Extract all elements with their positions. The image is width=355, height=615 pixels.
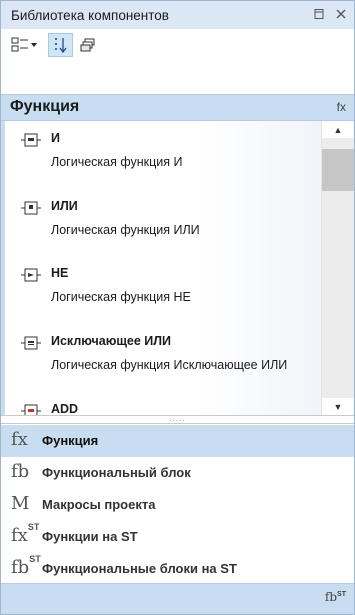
list-view-icon <box>11 37 37 52</box>
component-items: И Логическая функция И ИЛИ Логическая фу… <box>1 121 321 415</box>
fb-icon: fb <box>11 461 30 482</box>
macro-icon: M <box>11 493 30 514</box>
category-label: Функциональный блок <box>42 465 191 480</box>
category-label: Функциональные блоки на ST <box>42 561 237 576</box>
category-item-function-block[interactable]: fb Функциональный блок <box>1 457 354 489</box>
panel-title: Библиотека компонентов <box>11 7 169 23</box>
sort-icon <box>54 38 67 54</box>
list-item[interactable]: И Логическая функция И <box>5 129 321 189</box>
toolbar <box>1 29 354 61</box>
collapse-button[interactable] <box>77 33 99 57</box>
category-item-st-functions[interactable]: fxST Функции на ST <box>1 521 354 553</box>
function-block-icon <box>21 404 41 415</box>
view-mode-dropdown[interactable] <box>9 33 41 57</box>
item-name: НЕ <box>51 266 69 280</box>
fx-icon: fx <box>11 429 28 450</box>
category-header: Функция fx <box>1 94 354 121</box>
function-block-icon <box>21 133 41 147</box>
category-label: Функция <box>42 433 99 448</box>
stack-icon <box>80 38 95 52</box>
category-list: fx Функция fb Функциональный блок M Макр… <box>1 423 354 583</box>
category-item-project-macros[interactable]: M Макросы проекта <box>1 489 354 521</box>
title-bar: Библиотека компонентов <box>1 1 354 29</box>
item-description: Логическая функция Исключающее ИЛИ <box>51 358 288 372</box>
category-label: Функции на ST <box>42 529 138 544</box>
component-library-panel: Библиотека компонентов Функция fx И Логи… <box>0 0 355 615</box>
list-item[interactable]: НЕ Логическая функция НЕ <box>5 264 321 324</box>
splitter-grip: ..... <box>169 414 186 423</box>
list-item[interactable]: ИЛИ Логическая функция ИЛИ <box>5 197 321 257</box>
function-block-icon <box>21 268 41 282</box>
item-name: Исключающее ИЛИ <box>51 334 172 348</box>
category-label: Макросы проекта <box>42 497 156 512</box>
function-block-icon <box>21 201 41 215</box>
panel-splitter[interactable]: ..... <box>1 415 354 423</box>
function-block-icon <box>21 336 41 350</box>
scroll-up-icon[interactable]: ▲ <box>322 121 354 138</box>
scroll-thumb[interactable] <box>322 149 354 191</box>
fb-st-icon[interactable]: fbST <box>325 590 346 604</box>
sort-button[interactable] <box>48 33 73 57</box>
item-description: Логическая функция ИЛИ <box>51 223 200 237</box>
item-name: ИЛИ <box>51 199 78 213</box>
fx-st-icon: fxST <box>11 522 40 546</box>
fx-icon: fx <box>336 100 346 114</box>
list-scrollbar[interactable]: ▲ ▼ <box>321 121 354 415</box>
category-title: Функция <box>10 98 80 115</box>
scroll-track[interactable] <box>322 138 354 398</box>
item-name: И <box>51 131 60 145</box>
fb-st-icon: fbST <box>11 554 41 578</box>
list-item[interactable]: ADD <box>5 400 321 415</box>
category-item-st-function-blocks[interactable]: fbST Функциональные блоки на ST <box>1 553 354 585</box>
item-description: Логическая функция НЕ <box>51 290 191 304</box>
item-description: Логическая функция И <box>51 155 183 169</box>
title-bar-buttons <box>312 7 348 21</box>
category-item-function[interactable]: fx Функция <box>1 425 354 457</box>
pin-icon[interactable] <box>312 7 326 21</box>
scroll-down-icon[interactable]: ▼ <box>322 398 354 415</box>
list-item[interactable]: Исключающее ИЛИ Логическая функция Исклю… <box>5 332 321 402</box>
item-name: ADD <box>51 402 79 415</box>
bottom-bar: fbST <box>1 583 354 614</box>
close-icon[interactable] <box>334 7 348 21</box>
component-list: И Логическая функция И ИЛИ Логическая фу… <box>1 121 354 415</box>
